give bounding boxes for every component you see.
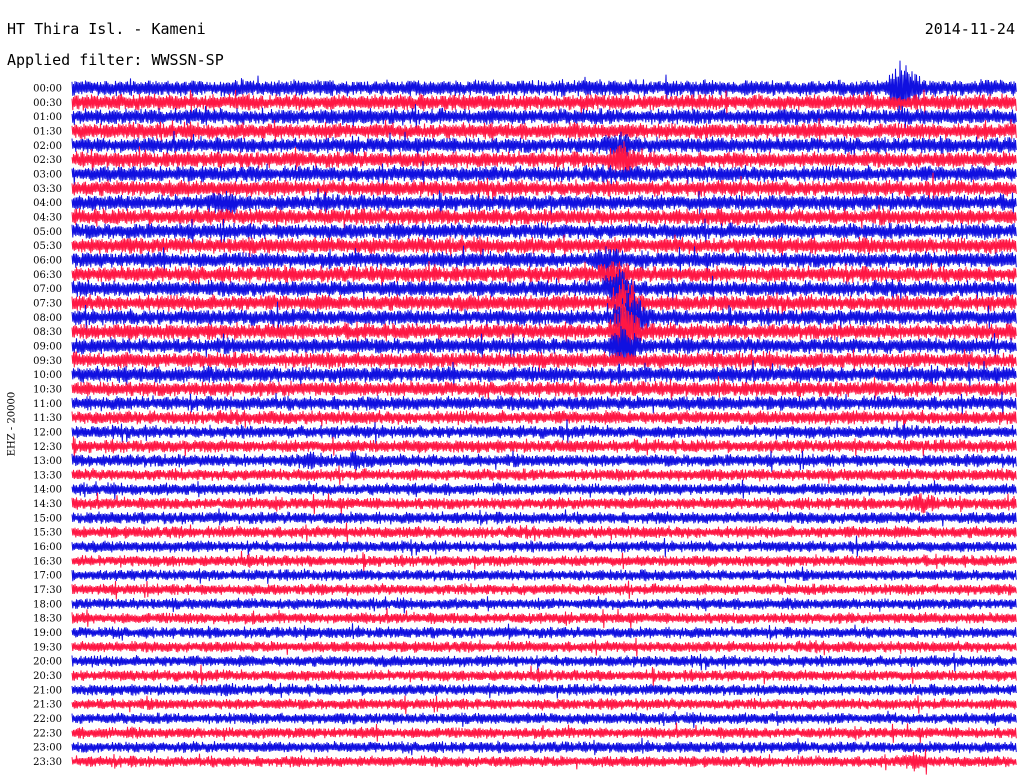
trace-1630 [71,550,1017,572]
row-label-0530: 05:30 [33,241,62,252]
trace-2000 [71,652,1017,672]
row-label-0830: 08:30 [33,327,62,338]
row-label-1330: 13:30 [33,470,62,481]
trace-1500 [71,508,1017,527]
row-label-0600: 06:00 [33,255,62,266]
trace-2130 [71,695,1017,715]
row-label-1230: 12:30 [33,442,62,453]
trace-1430 [71,492,1017,515]
row-label-1800: 18:00 [33,599,62,610]
row-label-2300: 23:00 [33,743,62,754]
row-label-1100: 11:00 [33,399,62,410]
row-label-1830: 18:30 [33,614,62,625]
traces-group [71,60,1017,775]
row-label-0200: 02:00 [33,141,62,152]
trace-1130 [71,409,1017,429]
trace-1730 [71,580,1017,600]
row-label-2100: 21:00 [33,685,62,696]
row-label-0500: 05:00 [33,227,62,238]
row-label-0800: 08:00 [33,313,62,324]
row-label-2030: 20:30 [33,671,62,682]
trace-1300 [71,450,1017,472]
trace-1830 [71,608,1017,629]
trace-1900 [71,623,1017,641]
row-label-2330: 23:30 [33,757,62,768]
row-label-0700: 07:00 [33,284,62,295]
row-label-0400: 04:00 [33,198,62,209]
row-label-1530: 15:30 [33,528,62,539]
trace-1530 [71,522,1017,543]
trace-0430 [71,204,1017,230]
trace-2230 [71,722,1017,743]
trace-2030 [71,664,1017,687]
row-label-1300: 13:00 [33,456,62,467]
row-label-2200: 22:00 [33,714,62,725]
trace-2200 [71,710,1017,728]
row-label-0630: 06:30 [33,270,62,281]
row-label-2230: 22:30 [33,728,62,739]
row-label-0730: 07:30 [33,298,62,309]
row-labels-group: 00:00 00:30 01:00 01:30 02:00 02:30 03:00 03:30… [33,84,62,769]
trace-2100 [71,682,1017,699]
trace-1200 [71,419,1017,444]
row-label-1130: 11:30 [33,413,62,424]
row-label-0230: 02:30 [33,155,62,166]
row-label-0900: 09:00 [33,341,62,352]
row-label-1600: 16:00 [33,542,62,553]
row-label-1700: 17:00 [33,571,62,582]
trace-1400 [71,479,1017,500]
row-label-1630: 16:30 [33,556,62,567]
row-label-1900: 19:00 [33,628,62,639]
row-label-0030: 00:30 [33,98,62,109]
row-label-1730: 17:30 [33,585,62,596]
row-label-1430: 14:30 [33,499,62,510]
trace-1800 [71,596,1017,614]
row-label-0100: 01:00 [33,112,62,123]
row-label-0000: 00:00 [33,84,62,95]
trace-2300 [71,737,1017,756]
trace-1330 [71,465,1017,485]
row-label-0300: 03:00 [33,169,62,180]
row-label-0130: 01:30 [33,126,62,137]
row-label-0330: 03:30 [33,184,62,195]
row-label-0430: 04:30 [33,212,62,223]
row-label-1030: 10:30 [33,384,62,395]
row-label-0930: 09:30 [33,356,62,367]
trace-1930 [71,637,1017,657]
row-label-1000: 10:00 [33,370,62,381]
trace-1600 [71,535,1017,557]
row-label-2130: 21:30 [33,700,62,711]
helicorder-plot: 00:00 00:30 01:00 01:30 02:00 02:30 03:00 03:30… [33,60,1017,775]
trace-2330 [71,749,1017,775]
trace-1230 [71,436,1017,459]
row-label-1200: 12:00 [33,427,62,438]
row-label-1400: 14:00 [33,485,62,496]
row-label-1930: 19:30 [33,642,62,653]
row-label-2000: 20:00 [33,657,62,668]
trace-1700 [71,566,1017,584]
row-label-1500: 15:00 [33,513,62,524]
